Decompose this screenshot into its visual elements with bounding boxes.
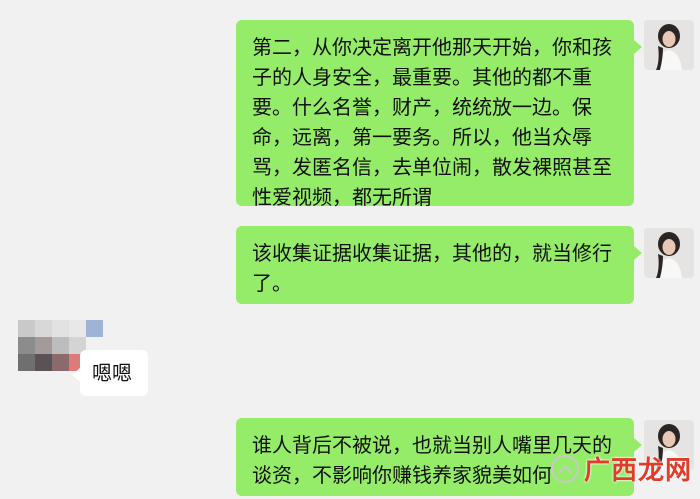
site-watermark: 广西龙网: [550, 450, 692, 487]
user-avatar[interactable]: [644, 20, 694, 70]
message-bubble[interactable]: 嗯嗯: [72, 350, 148, 396]
user-avatar[interactable]: [644, 228, 694, 278]
avatar-photo-icon: [644, 228, 694, 278]
watermark-logo-icon: [550, 454, 579, 483]
message-bubble[interactable]: 第二，从你决定离开他那天开始，你和孩子的人身安全，最重要。其他的都不重要。什么名…: [236, 20, 642, 209]
avatar-photo-icon: [644, 20, 694, 70]
watermark-text: 广西龙网: [583, 456, 692, 486]
message-bubble[interactable]: 该收集证据收集证据，其他的，就当修行了。: [236, 226, 642, 304]
